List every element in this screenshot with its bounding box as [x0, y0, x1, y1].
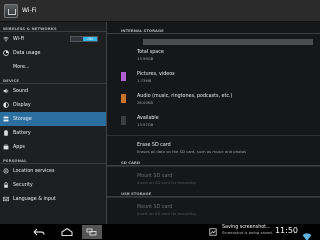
sidebar-item-storage[interactable]: Storage: [0, 112, 106, 126]
screenshot-toast: Saving screenshot... Screenshot is being…: [222, 225, 273, 235]
sidebar-item-sound[interactable]: Sound: [0, 84, 106, 98]
sidebar-item-label: Location services: [13, 168, 55, 174]
pictures-value: 1.73MB: [137, 78, 152, 83]
sidebar-item-label: Display: [13, 102, 31, 108]
sidebar-item-wifi[interactable]: Wi-Fi ON: [0, 32, 106, 46]
back-button[interactable]: [30, 225, 48, 239]
keyboard-icon: [3, 196, 9, 202]
location-icon: [3, 168, 9, 174]
sidebar-item-label: Data usage: [13, 50, 41, 56]
sidebar-item-location[interactable]: Location services: [0, 164, 106, 178]
data-usage-icon: [3, 50, 9, 56]
sidebar-item-data-usage[interactable]: Data usage: [0, 46, 106, 60]
sidebar-item-label: Language & input: [13, 196, 56, 202]
storage-entry-audio[interactable]: Audio (music, ringtones, podcasts, etc.)…: [107, 91, 320, 113]
available-value: 13.97GB: [137, 122, 154, 127]
sidebar-item-label: Sound: [13, 88, 29, 94]
audio-value: 28.00KB: [137, 100, 153, 105]
home-button[interactable]: [58, 225, 76, 239]
audio-title: Audio (music, ringtones, podcasts, etc.): [137, 94, 233, 99]
screenshot-notification-icon: [208, 225, 218, 239]
erase-desc: Erases all data on the SD card, such as …: [137, 149, 247, 154]
toast-subtitle: Screenshot is being saved.: [222, 230, 274, 235]
pictures-color-swatch: [121, 72, 126, 81]
internal-storage-header: INTERNAL STORAGE: [107, 22, 320, 34]
speaker-icon: [3, 88, 9, 94]
total-space-value: 13.99GB: [137, 56, 154, 61]
storage-entry-available: Available 13.97GB: [107, 113, 320, 135]
sd-card-header: SD CARD: [107, 157, 320, 166]
system-nav-bar: Saving screenshot... Screenshot is being…: [0, 224, 320, 240]
usb-storage-header: USB STORAGE: [107, 188, 320, 197]
sidebar-item-label: More...: [13, 64, 30, 70]
toggle-on-label: ON: [83, 37, 97, 41]
wifi-icon: [3, 36, 9, 42]
erase-sd-card-button[interactable]: Erase SD card Erases all data on the SD …: [107, 135, 320, 157]
mount-sd-title: Mount SD card: [137, 174, 173, 179]
sidebar-item-language[interactable]: Language & input: [0, 192, 106, 206]
sidebar-item-apps[interactable]: Apps: [0, 140, 106, 154]
sidebar-item-label: Battery: [13, 130, 31, 136]
mount-usb-title: Mount SD card: [137, 205, 173, 210]
sidebar-item-label: Apps: [13, 144, 25, 150]
lock-icon: [3, 182, 9, 188]
sidebar-item-security[interactable]: Security: [0, 178, 106, 192]
section-header-device: DEVICE: [0, 74, 106, 84]
section-header-personal: PERSONAL: [0, 154, 106, 164]
wifi-signal-icon: [302, 227, 312, 240]
pictures-title: Pictures, videos: [137, 72, 175, 77]
storage-detail-pane: INTERNAL STORAGE Total space 13.99GB Pic…: [107, 22, 320, 224]
sidebar-item-display[interactable]: Display: [0, 98, 106, 112]
storage-total-space: Total space 13.99GB: [107, 47, 320, 69]
audio-color-swatch: [121, 94, 126, 103]
status-clock[interactable]: 11:50: [275, 226, 298, 235]
sidebar-item-label: Storage: [13, 116, 32, 122]
apps-icon: [3, 144, 9, 150]
erase-title: Erase SD card: [137, 143, 171, 148]
section-header-wireless: WIRELESS & NETWORKS: [0, 22, 106, 32]
total-space-title: Total space: [137, 50, 164, 55]
available-color-swatch: [121, 116, 126, 125]
sidebar-item-more[interactable]: More...: [0, 60, 106, 74]
wifi-toggle[interactable]: ON: [70, 36, 98, 42]
storage-usage-bar: [143, 39, 313, 45]
mount-sd-card-button[interactable]: Mount SD card Insert an SD card for moun…: [107, 166, 320, 188]
mount-usb-button[interactable]: Mount SD card Insert an SD card for moun…: [107, 197, 320, 219]
display-icon: [3, 102, 9, 108]
settings-sidebar: WIRELESS & NETWORKS Wi-Fi ON Data usage …: [0, 22, 106, 224]
settings-app-icon[interactable]: [4, 3, 18, 18]
action-bar: Wi-Fi: [0, 0, 320, 22]
mount-usb-desc: Insert an SD card for mounting: [137, 211, 196, 216]
available-title: Available: [137, 116, 159, 121]
storage-entry-pictures[interactable]: Pictures, videos 1.73MB: [107, 69, 320, 91]
window-title: Wi-Fi: [22, 7, 37, 14]
battery-icon: [3, 130, 9, 136]
storage-icon: [3, 116, 9, 122]
sidebar-item-label: Wi-Fi: [13, 36, 25, 42]
sidebar-item-battery[interactable]: Battery: [0, 126, 106, 140]
recent-apps-button[interactable]: [82, 225, 102, 239]
mount-sd-desc: Insert an SD card for mounting: [137, 180, 196, 185]
sidebar-item-label: Security: [13, 182, 33, 188]
